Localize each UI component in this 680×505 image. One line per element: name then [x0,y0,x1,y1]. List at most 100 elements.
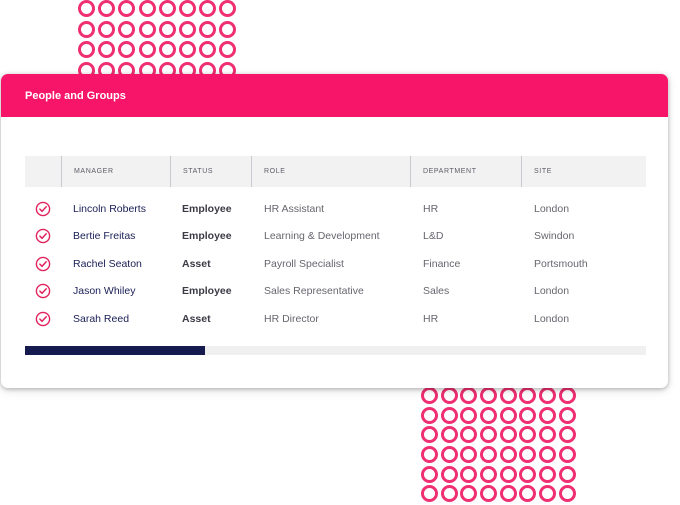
cell-role: Learning & Development [264,230,380,242]
ring-icon [480,485,498,503]
people-and-groups-panel: People and Groups MANAGER STATUS ROLE DE… [1,74,668,388]
ring-icon [499,426,517,444]
ring-icon [178,20,196,38]
ring-icon [421,465,438,483]
ring-icon [421,387,438,404]
ring-icon [440,387,458,404]
cell-manager[interactable]: Lincoln Roberts [73,196,146,223]
check-circle-icon[interactable] [35,311,51,327]
ring-icon [539,387,557,404]
cell-role: HR Assistant [264,203,325,215]
cell-role: Payroll Specialist [264,258,344,270]
ring-icon [519,387,537,404]
ring-icon [558,465,576,483]
cell-manager[interactable]: Rachel Seaton [73,251,142,278]
ring-icon [98,20,116,38]
check-circle-icon[interactable] [35,283,51,299]
table-row[interactable]: Bertie Freitas Employee Learning & Develop… [25,223,646,250]
ring-icon [480,426,498,444]
ring-icon [558,406,576,424]
cell-site: Portsmouth [534,258,588,270]
cell-department: HR [423,313,439,325]
scrollbar-thumb[interactable] [25,346,206,355]
ring-icon [480,446,498,464]
cell-role: Sales Representative [264,285,364,297]
ring-icon [178,41,196,58]
ring-icon [460,426,478,444]
header-select-column [25,156,61,187]
ring-icon [138,41,156,58]
ring-icon [158,20,176,38]
cell-status: Employee [182,203,232,215]
cell-site: London [534,313,570,325]
panel-title: People and Groups [25,89,126,102]
horizontal-scrollbar[interactable] [25,346,646,355]
table-row[interactable]: Lincoln Roberts Employee HR Assistant HR Lon… [25,196,646,223]
cell-manager[interactable]: Jason Whiley [73,278,135,305]
cell-status: Asset [182,258,211,270]
cell-department: Finance [423,258,461,270]
decorative-dot-pattern-bottom [421,387,579,505]
ring-icon [539,465,557,483]
cell-department: HR [423,203,439,215]
ring-icon [138,20,156,38]
column-header-role[interactable]: ROLE [251,156,410,187]
check-circle-icon[interactable] [35,228,51,244]
cell-manager[interactable]: Bertie Freitas [73,223,135,250]
ring-icon [118,41,136,58]
ring-icon [519,446,537,464]
table-row[interactable]: Rachel Seaton Asset Payroll Specialist Fina… [25,251,646,278]
ring-icon [118,0,136,17]
ring-icon [480,465,498,483]
ring-icon [558,387,576,404]
ring-icon [519,465,537,483]
column-header-manager[interactable]: MANAGER [61,156,170,187]
cell-manager[interactable]: Sarah Reed [73,306,129,333]
ring-icon [499,387,517,404]
ring-icon [440,426,458,444]
decorative-dot-pattern-top [78,0,240,82]
ring-icon [499,465,517,483]
ring-icon [138,0,156,17]
ring-icon [178,0,196,17]
table-row[interactable]: Jason Whiley Employee Sales Representative… [25,278,646,305]
cell-site: London [534,285,570,297]
ring-icon [78,41,95,58]
panel-header: People and Groups [1,74,668,117]
column-header-department[interactable]: DEPARTMENT [410,156,521,187]
ring-icon [460,446,478,464]
ring-icon [460,485,478,503]
ring-icon [539,485,557,503]
ring-icon [440,406,458,424]
ring-icon [219,41,237,58]
ring-icon [98,41,116,58]
column-header-status[interactable]: STATUS [170,156,251,187]
ring-icon [78,0,95,17]
ring-icon [558,426,576,444]
check-circle-icon[interactable] [35,256,51,272]
ring-icon [440,465,458,483]
cell-department: L&D [423,230,444,242]
ring-icon [118,20,136,38]
ring-icon [440,446,458,464]
ring-icon [480,387,498,404]
ring-icon [558,485,576,503]
ring-icon [98,0,116,17]
ring-icon [219,0,237,17]
ring-icon [421,426,438,444]
check-circle-icon[interactable] [35,201,51,217]
ring-icon [460,387,478,404]
column-header-site[interactable]: SITE [521,156,646,187]
ring-icon [440,485,458,503]
ring-icon [519,406,537,424]
ring-icon [460,465,478,483]
cell-status: Employee [182,230,232,242]
ring-icon [78,20,95,38]
ring-icon [519,485,537,503]
cell-site: London [534,203,570,215]
cell-site: Swindon [534,230,575,242]
cell-status: Employee [182,285,232,297]
ring-icon [421,446,438,464]
table-row[interactable]: Sarah Reed Asset HR Director HR London [25,306,646,333]
ring-icon [499,406,517,424]
